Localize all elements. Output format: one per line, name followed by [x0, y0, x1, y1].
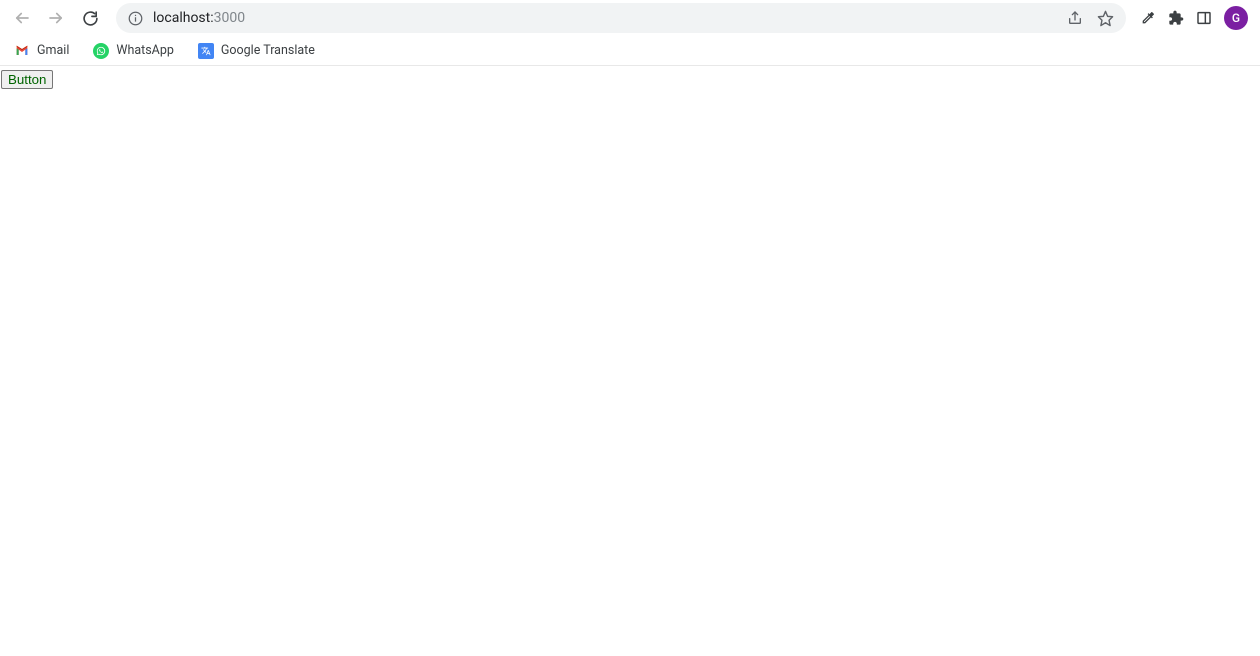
bookmark-whatsapp[interactable]: WhatsApp	[89, 40, 178, 62]
browser-toolbar: localhost:3000 G	[0, 0, 1260, 36]
bookmark-label: Google Translate	[221, 43, 315, 58]
bookmark-label: Gmail	[37, 43, 69, 58]
info-icon	[128, 11, 143, 26]
bookmarks-bar: Gmail WhatsApp Google Translate	[0, 36, 1260, 66]
profile-avatar[interactable]: G	[1224, 6, 1248, 30]
omnibox-actions	[1067, 10, 1114, 27]
reload-button[interactable]	[76, 4, 104, 32]
arrow-left-icon	[13, 9, 31, 27]
star-icon	[1097, 10, 1114, 27]
bookmark-google-translate[interactable]: Google Translate	[194, 40, 319, 62]
bookmark-button[interactable]	[1097, 10, 1114, 27]
reload-icon	[82, 10, 99, 27]
share-icon	[1067, 10, 1083, 26]
back-button[interactable]	[8, 4, 36, 32]
eyedropper-icon	[1140, 10, 1156, 26]
address-bar[interactable]: localhost:3000	[116, 3, 1126, 33]
url-text: localhost:3000	[153, 10, 1057, 26]
google-translate-icon	[198, 43, 214, 59]
extensions-button[interactable]	[1168, 10, 1184, 26]
forward-button[interactable]	[42, 4, 70, 32]
puzzle-icon	[1168, 10, 1184, 26]
site-info-icon[interactable]	[128, 11, 143, 26]
profile-initial: G	[1232, 11, 1240, 25]
share-button[interactable]	[1067, 10, 1083, 26]
side-panel-button[interactable]	[1196, 10, 1212, 26]
bookmark-gmail[interactable]: Gmail	[10, 40, 73, 62]
whatsapp-icon	[93, 43, 109, 59]
arrow-right-icon	[47, 9, 65, 27]
url-port: 3000	[214, 10, 245, 26]
page-content: Button	[0, 66, 1260, 89]
eyedropper-button[interactable]	[1140, 10, 1156, 26]
panel-icon	[1196, 10, 1212, 26]
page-button[interactable]: Button	[1, 70, 53, 89]
url-host: localhost:	[153, 10, 214, 26]
bookmark-label: WhatsApp	[116, 43, 174, 58]
gmail-icon	[14, 43, 30, 59]
toolbar-right: G	[1140, 6, 1252, 30]
